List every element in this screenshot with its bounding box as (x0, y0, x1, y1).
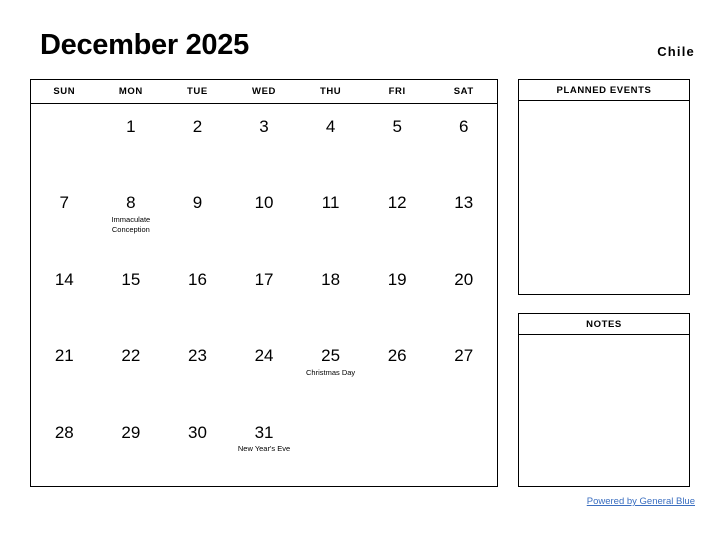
day-number: 31 (254, 422, 274, 442)
day-cell[interactable]: 4 (297, 104, 364, 180)
day-number: 27 (454, 346, 474, 366)
day-number: 17 (254, 269, 274, 289)
day-number: 11 (321, 193, 340, 213)
day-number: 8 (126, 193, 136, 213)
day-cell[interactable]: 8 Immaculate Conception (98, 180, 165, 256)
day-event: Christmas Day (306, 368, 356, 378)
day-number: 10 (254, 193, 274, 213)
day-cell[interactable]: 31 New Year's Eve (231, 410, 298, 486)
day-cell[interactable]: 26 (364, 333, 431, 409)
day-number: 1 (126, 117, 136, 136)
day-number: 4 (325, 117, 336, 136)
day-number: 18 (321, 269, 341, 289)
country-label: Chile (657, 44, 695, 59)
day-number: 19 (387, 269, 407, 289)
day-cell[interactable]: 22 (98, 333, 165, 409)
day-cell[interactable]: 13 (430, 180, 497, 256)
day-number: 24 (254, 346, 274, 366)
day-cell[interactable]: 27 (430, 333, 497, 409)
day-cell[interactable]: 21 (31, 333, 98, 409)
day-number: 16 (187, 269, 207, 289)
day-cell[interactable] (430, 410, 497, 486)
calendar-grid: SUN MON TUE WED THU FRI SAT 1 2 3 4 5 6 … (30, 79, 498, 487)
day-cell[interactable]: 29 (98, 410, 165, 486)
day-cell[interactable]: 1 (98, 104, 165, 180)
day-event: New Year's Eve (237, 444, 291, 454)
day-cell[interactable]: 10 (231, 180, 298, 256)
day-cell[interactable]: 20 (430, 257, 497, 333)
day-number: 28 (54, 422, 74, 442)
notes-panel: NOTES (518, 313, 690, 487)
day-number: 6 (459, 117, 469, 136)
day-event: Immaculate Conception (111, 215, 151, 235)
day-cell[interactable]: 9 (164, 180, 231, 256)
day-number: 21 (54, 346, 74, 366)
day-cell[interactable]: 25 Christmas Day (297, 333, 364, 409)
day-cell[interactable]: 6 (430, 104, 497, 180)
notes-title: NOTES (519, 314, 689, 335)
day-number: 9 (192, 193, 203, 213)
planned-events-title: PLANNED EVENTS (519, 80, 689, 101)
calendar-weeks: 1 2 3 4 5 6 7 8 Immaculate Conception 9 … (31, 104, 497, 486)
day-cell[interactable] (364, 410, 431, 486)
day-number: 20 (454, 269, 474, 289)
notes-body[interactable] (519, 335, 689, 486)
day-number: 7 (59, 193, 70, 213)
day-cell[interactable]: 19 (364, 257, 431, 333)
weekday-header-fri: FRI (388, 86, 406, 97)
day-number: 15 (121, 269, 141, 289)
weekday-header-sat: SAT (453, 86, 474, 97)
day-cell[interactable]: 12 (364, 180, 431, 256)
day-number: 12 (387, 193, 407, 213)
calendar-page: December 2025 Chile SUN MON TUE WED THU … (0, 0, 712, 550)
day-number: 5 (392, 117, 402, 136)
day-cell[interactable]: 23 (164, 333, 231, 409)
day-cell[interactable]: 3 (231, 104, 298, 180)
week-row: 14 15 16 17 18 19 20 (31, 257, 497, 333)
day-number: 13 (454, 193, 474, 213)
day-cell[interactable]: 16 (164, 257, 231, 333)
day-cell[interactable] (297, 410, 364, 486)
week-row: 7 8 Immaculate Conception 9 10 11 12 13 (31, 180, 497, 256)
page-title: December 2025 (40, 29, 249, 61)
day-cell[interactable]: 17 (231, 257, 298, 333)
day-number: 29 (121, 422, 141, 442)
day-number: 2 (192, 117, 203, 136)
day-number: 25 (321, 346, 341, 366)
day-cell[interactable]: 28 (31, 410, 98, 486)
week-row: 21 22 23 24 25 Christmas Day 26 27 (31, 333, 497, 409)
week-row: 28 29 30 31 New Year's Eve (31, 410, 497, 486)
day-number: 3 (259, 117, 269, 136)
day-cell[interactable]: 18 (297, 257, 364, 333)
day-cell[interactable] (31, 104, 98, 180)
day-cell[interactable]: 11 (297, 180, 364, 256)
week-row: 1 2 3 4 5 6 (31, 104, 497, 180)
day-cell[interactable]: 14 (31, 257, 98, 333)
weekday-header-row: SUN MON TUE WED THU FRI SAT (31, 80, 497, 104)
weekday-header-tue: TUE (187, 86, 208, 97)
day-number: 22 (121, 346, 141, 366)
planned-events-body[interactable] (519, 101, 689, 294)
weekday-header-wed: WED (252, 86, 276, 97)
weekday-header-thu: THU (319, 86, 342, 97)
day-number: 14 (54, 269, 74, 289)
planned-events-panel: PLANNED EVENTS (518, 79, 690, 295)
day-cell[interactable]: 5 (364, 104, 431, 180)
day-number: 30 (187, 422, 207, 442)
day-cell[interactable]: 15 (98, 257, 165, 333)
weekday-header-sun: SUN (53, 86, 76, 97)
powered-by-link[interactable]: Powered by General Blue (587, 496, 695, 507)
day-cell[interactable]: 7 (31, 180, 98, 256)
day-number: 26 (387, 346, 407, 366)
day-cell[interactable]: 30 (164, 410, 231, 486)
weekday-header-mon: MON (118, 86, 143, 97)
day-cell[interactable]: 24 (231, 333, 298, 409)
day-cell[interactable]: 2 (164, 104, 231, 180)
day-number: 23 (187, 346, 207, 366)
